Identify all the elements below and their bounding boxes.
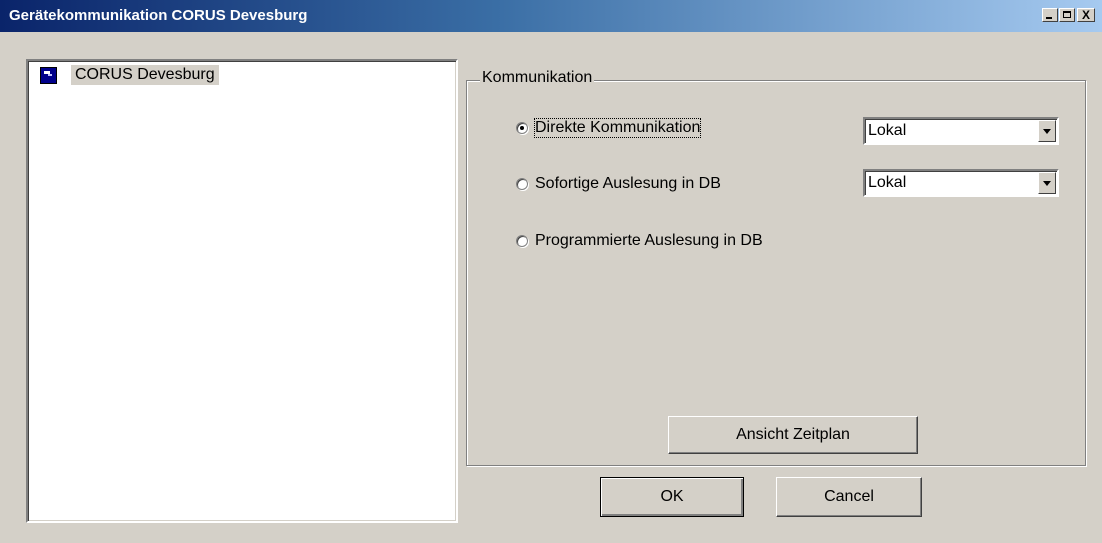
radio-unchecked-icon — [516, 178, 528, 190]
radio-label: Programmierte Auslesung in DB — [535, 232, 763, 249]
radio-label: Sofortige Auslesung in DB — [535, 175, 721, 192]
chevron-down-icon[interactable] — [1038, 172, 1056, 194]
radio-label: Direkte Kommunikation — [533, 118, 702, 138]
maximize-button[interactable] — [1059, 8, 1075, 22]
chevron-down-icon[interactable] — [1038, 120, 1056, 142]
group-legend: Kommunikation — [480, 69, 595, 87]
radio-scheduled-readout[interactable]: Programmierte Auslesung in DB — [516, 232, 763, 250]
button-label: Cancel — [824, 488, 874, 505]
button-label: Ansicht Zeitplan — [736, 426, 850, 443]
tree-item-label: CORUS Devesburg — [71, 65, 219, 85]
minimize-button[interactable] — [1042, 8, 1058, 22]
select-value: Lokal — [868, 174, 907, 191]
button-label: OK — [660, 488, 684, 505]
tree-item-corus-devesburg[interactable]: CORUS Devesburg — [40, 64, 219, 86]
ok-button[interactable]: OK — [600, 477, 744, 517]
cancel-button[interactable]: Cancel — [776, 477, 922, 517]
direct-mode-select[interactable]: Lokal — [863, 117, 1059, 145]
view-schedule-button[interactable]: Ansicht Zeitplan — [668, 416, 918, 454]
close-button[interactable]: X — [1077, 8, 1095, 22]
device-tree[interactable]: CORUS Devesburg — [26, 59, 458, 523]
maximize-icon — [1063, 11, 1071, 18]
select-value: Lokal — [868, 122, 907, 139]
close-icon: X — [1081, 8, 1090, 22]
minimize-icon — [1046, 17, 1052, 19]
radio-checked-icon — [516, 122, 528, 134]
title-bar[interactable]: Gerätekommunikation CORUS Devesburg X — [0, 0, 1102, 32]
radio-direct-communication[interactable]: Direkte Kommunikation — [516, 118, 702, 138]
radio-immediate-readout[interactable]: Sofortige Auslesung in DB — [516, 175, 721, 193]
radio-unchecked-icon — [516, 235, 528, 247]
device-icon — [40, 66, 57, 84]
window-title: Gerätekommunikation CORUS Devesburg — [9, 7, 308, 24]
immediate-mode-select[interactable]: Lokal — [863, 169, 1059, 197]
